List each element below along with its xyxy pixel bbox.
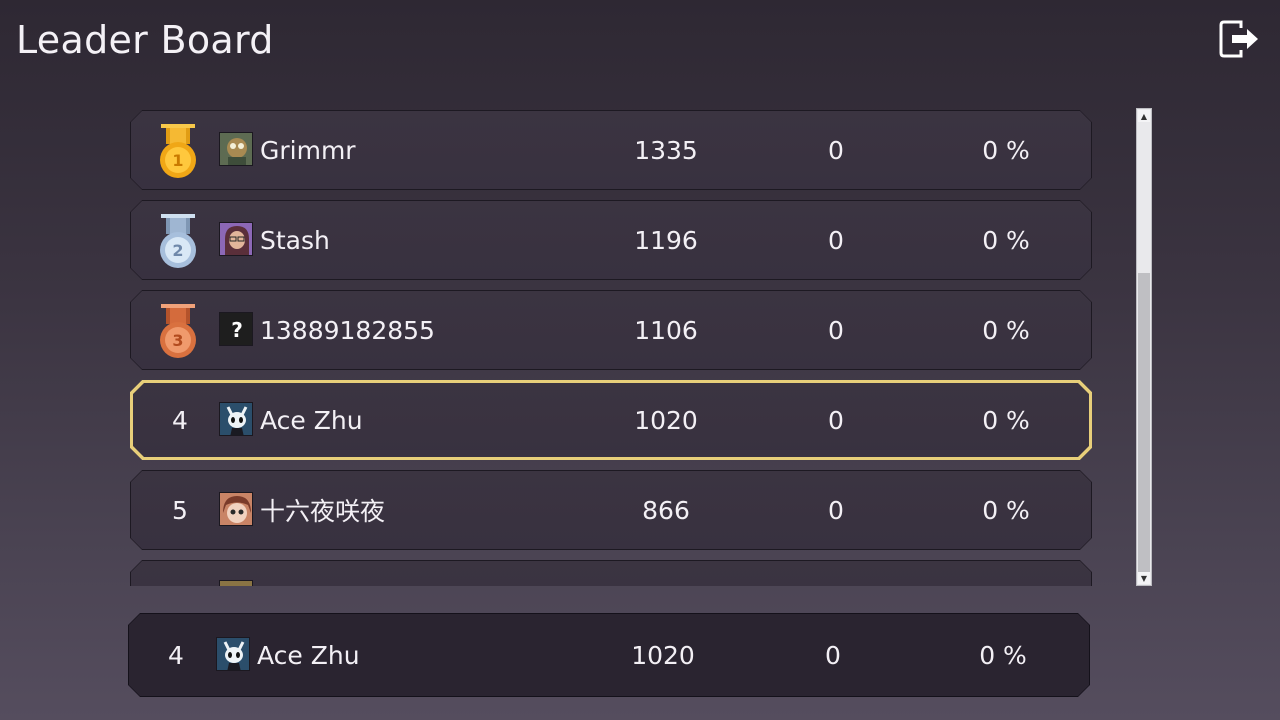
- current-player-percent: 0 %: [979, 640, 1027, 670]
- leaderboard-row[interactable]: 5 十六夜咲夜 866 0 0 %: [130, 470, 1092, 550]
- player-wins: 0: [828, 225, 844, 255]
- svg-text:3: 3: [172, 331, 183, 350]
- current-player-rank: 4: [168, 640, 184, 670]
- page-title: Leader Board: [16, 18, 274, 62]
- svg-text:1: 1: [172, 151, 183, 170]
- knight-avatar: [219, 402, 253, 436]
- current-player-row: 4 Ace Zhu 1020 0 0 %: [128, 613, 1090, 697]
- player-rank: 4: [172, 405, 188, 435]
- leaderboard-row[interactable]: 2 Stash 1196 0 0 %: [130, 200, 1092, 280]
- leaderboard-scrollbar[interactable]: ▲ ▼: [1136, 108, 1152, 586]
- current-player-wins: 0: [825, 640, 841, 670]
- player-wins: 0: [828, 405, 844, 435]
- svg-text:2: 2: [172, 241, 183, 260]
- leaderboard-row-current-player[interactable]: 4 Ace Zhu 1020 0 0 %: [130, 380, 1092, 460]
- leaderboard-row[interactable]: 1 Grimmr 1335 0 0 %: [130, 110, 1092, 190]
- unknown-avatar: ?: [219, 312, 253, 346]
- player-name: Stash: [260, 225, 330, 255]
- player-score: 1335: [634, 135, 698, 165]
- player-score: 1020: [634, 405, 698, 435]
- player-name: Ace Zhu: [260, 405, 363, 435]
- current-player-score: 1020: [631, 640, 695, 670]
- stash-avatar: [219, 222, 253, 256]
- exit-button[interactable]: [1216, 18, 1262, 60]
- scroll-up-arrow[interactable]: ▲: [1138, 110, 1150, 122]
- player-rank: 5: [172, 495, 188, 525]
- player-score: 1106: [634, 315, 698, 345]
- player-wins: 0: [828, 315, 844, 345]
- leaderboard-row-partial[interactable]: [130, 560, 1092, 586]
- player-score: 1196: [634, 225, 698, 255]
- silver-medal-icon: 2: [156, 214, 200, 270]
- scrollbar-thumb[interactable]: [1138, 273, 1150, 575]
- svg-text:?: ?: [231, 318, 243, 342]
- gold-medal-icon: 1: [156, 124, 200, 180]
- sakuya-avatar: [219, 492, 253, 526]
- leaderboard-row[interactable]: 3 ? 13889182855 1106 0 0 %: [130, 290, 1092, 370]
- current-player-name: Ace Zhu: [257, 640, 360, 670]
- grimmr-avatar: [219, 132, 253, 166]
- bronze-medal-icon: 3: [156, 304, 200, 360]
- knight-avatar: [216, 637, 250, 671]
- player-percent: 0 %: [982, 405, 1030, 435]
- player-percent: 0 %: [982, 315, 1030, 345]
- player-percent: 0 %: [982, 135, 1030, 165]
- partial-avatar: [219, 580, 253, 586]
- player-wins: 0: [828, 495, 844, 525]
- player-wins: 0: [828, 135, 844, 165]
- player-score: 866: [642, 495, 690, 525]
- leaderboard-list[interactable]: 1 Grimmr 1335 0 0 % 2 Stash 1196 0 0 % 3…: [128, 108, 1098, 586]
- player-name: Grimmr: [260, 135, 356, 165]
- player-name: 十六夜咲夜: [260, 497, 386, 526]
- scroll-down-arrow[interactable]: ▼: [1138, 572, 1150, 584]
- exit-icon: [1219, 20, 1258, 58]
- player-name: 13889182855: [260, 315, 435, 345]
- player-percent: 0 %: [982, 495, 1030, 525]
- player-percent: 0 %: [982, 225, 1030, 255]
